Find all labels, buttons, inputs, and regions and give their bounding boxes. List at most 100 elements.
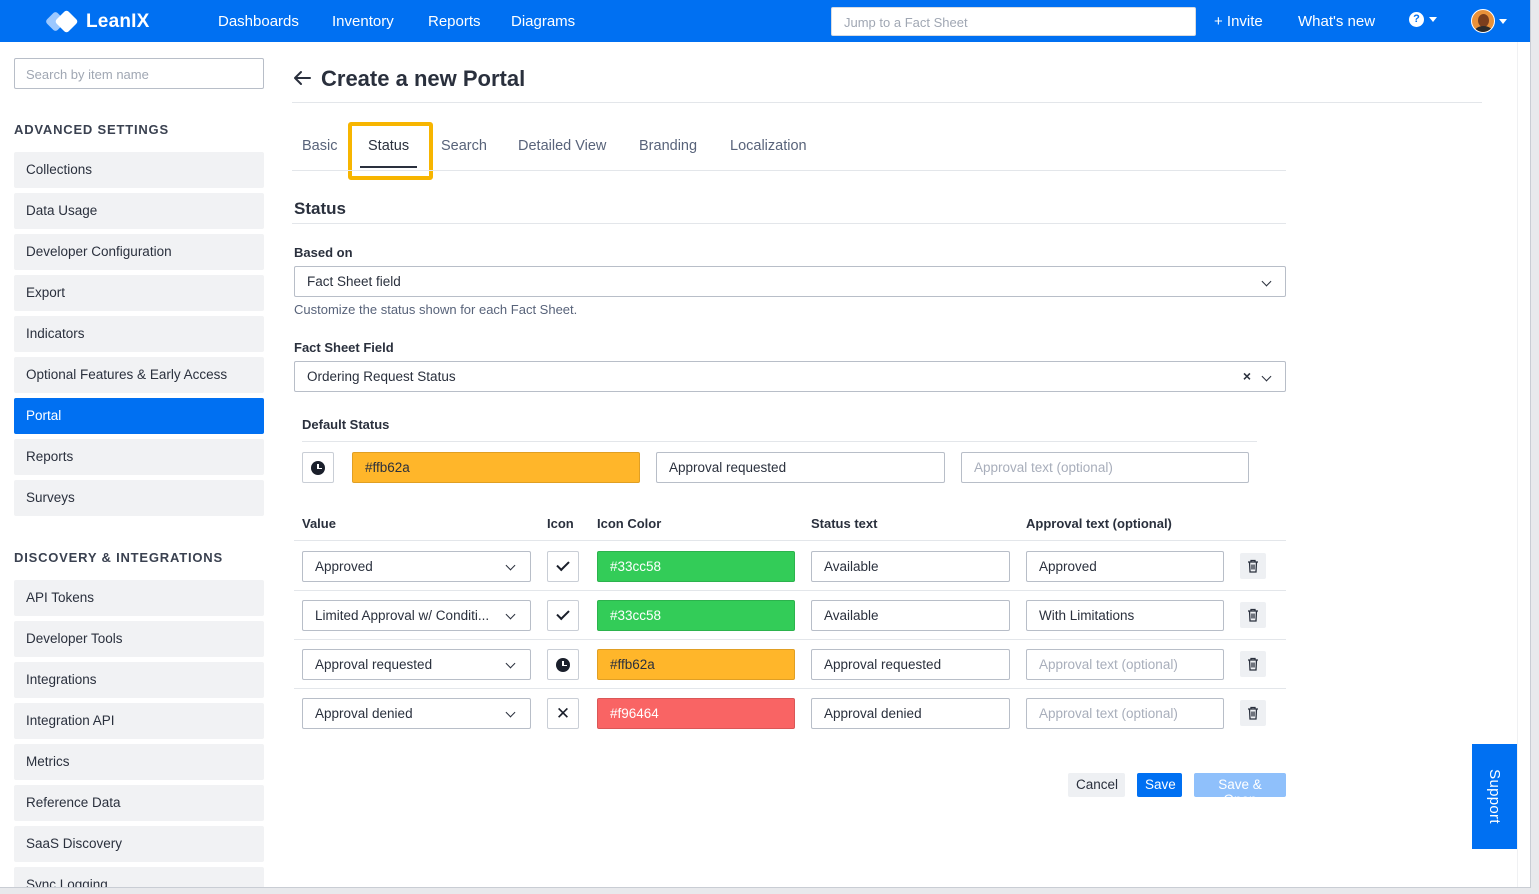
icon-color-input[interactable]: #ffb62a (597, 649, 795, 680)
sidebar-item-reports[interactable]: Reports (14, 439, 264, 475)
logo-text: LeanIX (86, 11, 150, 32)
nav-diagrams[interactable]: Diagrams (511, 13, 575, 30)
sidebar-item-api-tokens[interactable]: API Tokens (14, 580, 264, 616)
clock-icon (556, 657, 570, 672)
approval-text-input[interactable]: Approval text (optional) (1026, 698, 1224, 729)
save-button[interactable]: Save (1137, 773, 1182, 797)
tab-basic[interactable]: Basic (302, 138, 337, 154)
status-icon-picker[interactable] (547, 600, 579, 631)
sidebar-item-data-usage[interactable]: Data Usage (14, 193, 264, 229)
sidebar-item-collections[interactable]: Collections (14, 152, 264, 188)
nav-dashboards[interactable]: Dashboards (218, 13, 299, 30)
save-and-open-button[interactable]: Save & Open (1194, 773, 1286, 807)
delete-row-button[interactable] (1240, 651, 1266, 677)
default-status-icon-picker[interactable] (302, 452, 334, 483)
trash-icon (1248, 608, 1258, 622)
delete-row-button[interactable] (1240, 553, 1266, 579)
approval-text-input[interactable]: Approval text (optional) (1026, 649, 1224, 680)
sidebar-search-input[interactable]: Search by item name (14, 58, 264, 89)
clock-icon (311, 460, 325, 475)
sidebar-item-surveys[interactable]: Surveys (14, 480, 264, 516)
default-status-color-input[interactable]: #ffb62a (352, 452, 640, 483)
sidebar-item-integrations[interactable]: Integrations (14, 662, 264, 698)
icon-color-input[interactable]: #33cc58 (597, 600, 795, 631)
sidebar-item-developer-tools[interactable]: Developer Tools (14, 621, 264, 657)
trash-icon (1248, 559, 1258, 573)
icon-color-input[interactable]: #f96464 (597, 698, 795, 729)
check-icon (556, 606, 570, 621)
fact-sheet-field-select[interactable]: Ordering Request Status × (294, 361, 1286, 392)
status-value: Limited Approval w/ Conditi... (315, 608, 490, 623)
sidebar-item-reference-data[interactable]: Reference Data (14, 785, 264, 821)
advanced-settings-heading: ADVANCED SETTINGS (14, 122, 169, 137)
sidebar-item-indicators[interactable]: Indicators (14, 316, 264, 352)
sidebar-item-metrics[interactable]: Metrics (14, 744, 264, 780)
column-header-value: Value (302, 516, 336, 531)
delete-row-button[interactable] (1240, 700, 1266, 726)
sidebar-item-optional-features[interactable]: Optional Features & Early Access (14, 357, 264, 393)
check-icon (556, 557, 570, 572)
approval-text-input[interactable]: With Limitations (1026, 600, 1224, 631)
status-icon-picker[interactable] (547, 649, 579, 680)
support-label: Support (1486, 769, 1504, 824)
leanix-logo[interactable]: LeanIX (44, 9, 150, 34)
whats-new-link[interactable]: What's new (1298, 13, 1375, 30)
divider (302, 441, 1257, 442)
based-on-help-text: Customize the status shown for each Fact… (294, 302, 578, 317)
status-value-select[interactable]: Limited Approval w/ Conditi... (302, 600, 531, 631)
based-on-select[interactable]: Fact Sheet field (294, 266, 1286, 297)
based-on-label: Based on (294, 245, 353, 260)
column-header-status-text: Status text (811, 516, 878, 531)
based-on-value: Fact Sheet field (307, 274, 401, 289)
trash-icon (1248, 657, 1258, 671)
user-menu[interactable] (1471, 9, 1507, 33)
divider (292, 170, 1286, 171)
status-text-input[interactable]: Approval denied (811, 698, 1010, 729)
scrollbar[interactable] (1517, 42, 1530, 887)
icon-color-input[interactable]: #33cc58 (597, 551, 795, 582)
approval-text-input[interactable]: Approved (1026, 551, 1224, 582)
sidebar-item-saas-discovery[interactable]: SaaS Discovery (14, 826, 264, 862)
status-value-select[interactable]: Approval requested (302, 649, 531, 680)
invite-button[interactable]: + Invite (1214, 13, 1263, 30)
clear-icon[interactable]: × (1243, 368, 1251, 384)
tab-highlight-frame (348, 122, 433, 180)
delete-row-button[interactable] (1240, 602, 1266, 628)
cancel-button[interactable]: Cancel (1068, 773, 1125, 797)
tab-branding[interactable]: Branding (639, 138, 697, 154)
default-status-text-input[interactable]: Approval requested (656, 452, 945, 483)
sidebar-item-export[interactable]: Export (14, 275, 264, 311)
support-button[interactable]: Support (1472, 744, 1517, 849)
tab-detailed-view[interactable]: Detailed View (518, 138, 606, 154)
sidebar-item-integration-api[interactable]: Integration API (14, 703, 264, 739)
nav-inventory[interactable]: Inventory (332, 13, 394, 30)
status-text-input[interactable]: Approval requested (811, 649, 1010, 680)
divider (294, 590, 1286, 591)
status-icon-picker[interactable] (547, 551, 579, 582)
jump-to-fact-sheet-input[interactable]: Jump to a Fact Sheet (831, 7, 1196, 36)
tab-localization[interactable]: Localization (730, 138, 807, 154)
sidebar-item-sync-logging[interactable]: Sync Logging (14, 867, 264, 887)
help-menu[interactable]: ? (1409, 12, 1437, 27)
status-value-select[interactable]: Approved (302, 551, 531, 582)
divider (294, 639, 1286, 640)
default-approval-text-input[interactable]: Approval text (optional) (961, 452, 1249, 483)
back-arrow-icon[interactable] (292, 68, 312, 88)
section-title: Status (294, 199, 346, 218)
fact-sheet-field-label: Fact Sheet Field (294, 340, 394, 355)
status-value-select[interactable]: Approval denied (302, 698, 531, 729)
status-text-input[interactable]: Available (811, 600, 1010, 631)
chevron-down-icon (1261, 276, 1272, 287)
sidebar-item-developer-configuration[interactable]: Developer Configuration (14, 234, 264, 270)
tab-search[interactable]: Search (441, 138, 487, 154)
status-text-input[interactable]: Available (811, 551, 1010, 582)
avatar (1471, 9, 1495, 33)
status-icon-picker[interactable]: ✕ (547, 698, 579, 729)
page-title: Create a new Portal (321, 66, 526, 91)
nav-reports[interactable]: Reports (428, 13, 481, 30)
column-header-icon: Icon (547, 516, 574, 531)
sidebar-item-portal[interactable]: Portal (14, 398, 264, 434)
column-header-icon-color: Icon Color (597, 516, 662, 531)
divider (292, 223, 1286, 224)
status-value: Approved (315, 559, 373, 574)
